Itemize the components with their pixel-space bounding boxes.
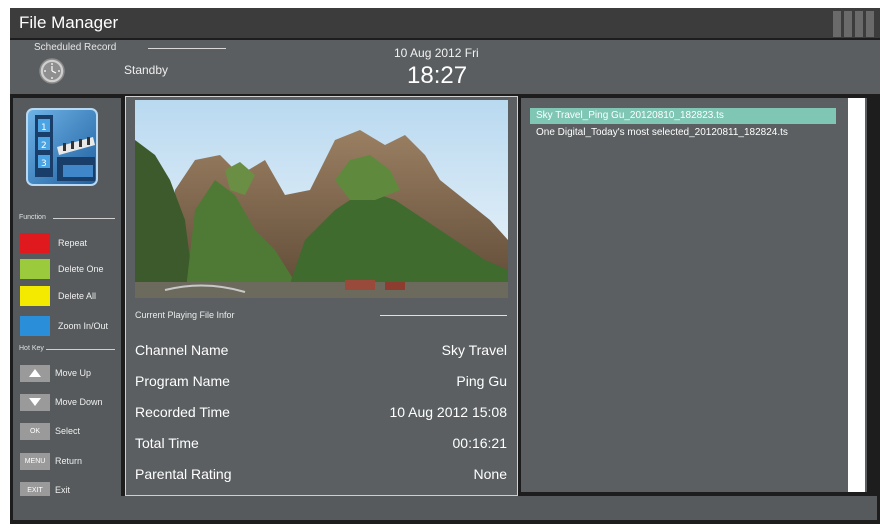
- hotkey-label: Move Up: [55, 368, 92, 378]
- function-zoom[interactable]: Zoom In/Out: [20, 316, 108, 336]
- record-status: Standby: [124, 63, 169, 77]
- current-date: 10 Aug 2012 Fri: [394, 46, 479, 60]
- info-value: Sky Travel: [441, 342, 507, 358]
- info-value: 10 Aug 2012 15:08: [389, 404, 507, 420]
- window-title: File Manager: [19, 13, 119, 32]
- blue-key-icon: [20, 316, 50, 336]
- function-repeat[interactable]: Repeat: [20, 233, 87, 253]
- info-row-program: Program Name Ping Gu: [135, 373, 507, 393]
- info-row-total-time: Total Time 00:16:21: [135, 435, 507, 455]
- yellow-key-icon: [20, 286, 50, 306]
- info-row-parental-rating: Parental Rating None: [135, 466, 507, 486]
- videos-folder-icon: 1 2 3: [26, 108, 98, 186]
- function-label: Delete One: [58, 264, 104, 274]
- down-arrow-icon: [20, 393, 50, 411]
- info-label: Total Time: [135, 435, 199, 451]
- divider: [53, 218, 115, 219]
- title-bar: File Manager: [10, 8, 880, 38]
- function-label: Repeat: [58, 238, 88, 248]
- status-bar: Scheduled Record Standby 10 Aug 2012 Fri…: [10, 40, 880, 94]
- title-bar-decoration: [833, 11, 874, 37]
- hotkey-move-up[interactable]: Move Up: [20, 364, 91, 382]
- function-delete-all[interactable]: Delete All: [20, 286, 96, 306]
- hotkey-label: Select: [55, 426, 81, 436]
- hotkey-move-down[interactable]: Move Down: [20, 393, 103, 411]
- hotkey-select[interactable]: OK Select: [20, 422, 80, 440]
- info-label: Parental Rating: [135, 466, 232, 482]
- hotkey-label: Exit: [55, 485, 71, 495]
- hotkey-label: Move Down: [55, 397, 103, 407]
- info-value: None: [473, 466, 507, 482]
- function-section-label: Function: [19, 214, 46, 221]
- divider: [46, 349, 115, 350]
- function-label: Zoom In/Out: [58, 321, 109, 331]
- up-arrow-icon: [20, 364, 50, 382]
- ok-key: OK: [20, 422, 50, 440]
- bottom-bar: [13, 496, 877, 520]
- green-key-icon: [20, 259, 50, 279]
- info-row-channel: Channel Name Sky Travel: [135, 342, 507, 362]
- function-label: Delete All: [58, 291, 97, 301]
- info-label: Channel Name: [135, 342, 229, 358]
- file-manager-window: File Manager Scheduled Record Standby 10…: [10, 8, 880, 524]
- file-list-panel: Sky Travel_Ping Gu_20120810_182823.ts On…: [521, 98, 867, 492]
- current-time: 18:27: [407, 62, 468, 89]
- info-label: Program Name: [135, 373, 230, 389]
- hotkey-return[interactable]: MENU Return: [20, 452, 82, 470]
- menu-key: MENU: [20, 452, 50, 470]
- file-list-scrollbar[interactable]: [848, 98, 865, 492]
- red-key-icon: [20, 233, 50, 253]
- scheduled-record-label: Scheduled Record: [34, 42, 117, 53]
- clock-icon: [39, 58, 65, 84]
- svg-text:1: 1: [41, 123, 47, 133]
- info-row-recorded-time: Recorded Time 10 Aug 2012 15:08: [135, 404, 507, 424]
- playing-info-panel: Current Playing File Infor Channel Name …: [125, 96, 518, 496]
- divider: [148, 48, 226, 49]
- divider: [380, 315, 507, 316]
- info-value: Ping Gu: [456, 373, 507, 389]
- hotkey-section-label: Hot Key: [19, 345, 44, 352]
- info-label: Recorded Time: [135, 404, 230, 420]
- svg-text:3: 3: [41, 159, 47, 169]
- section-title: Current Playing File Infor: [135, 310, 235, 320]
- hotkey-label: Return: [55, 456, 83, 466]
- file-list-item[interactable]: One Digital_Today's most selected_201208…: [530, 125, 836, 141]
- key-legend-panel: 1 2 3 Function Repeat Delete One Delete …: [13, 98, 121, 499]
- function-delete-one[interactable]: Delete One: [20, 259, 104, 279]
- svg-text:2: 2: [41, 141, 47, 151]
- video-preview[interactable]: [135, 100, 508, 298]
- info-value: 00:16:21: [452, 435, 508, 451]
- file-list-item[interactable]: Sky Travel_Ping Gu_20120810_182823.ts: [530, 108, 836, 124]
